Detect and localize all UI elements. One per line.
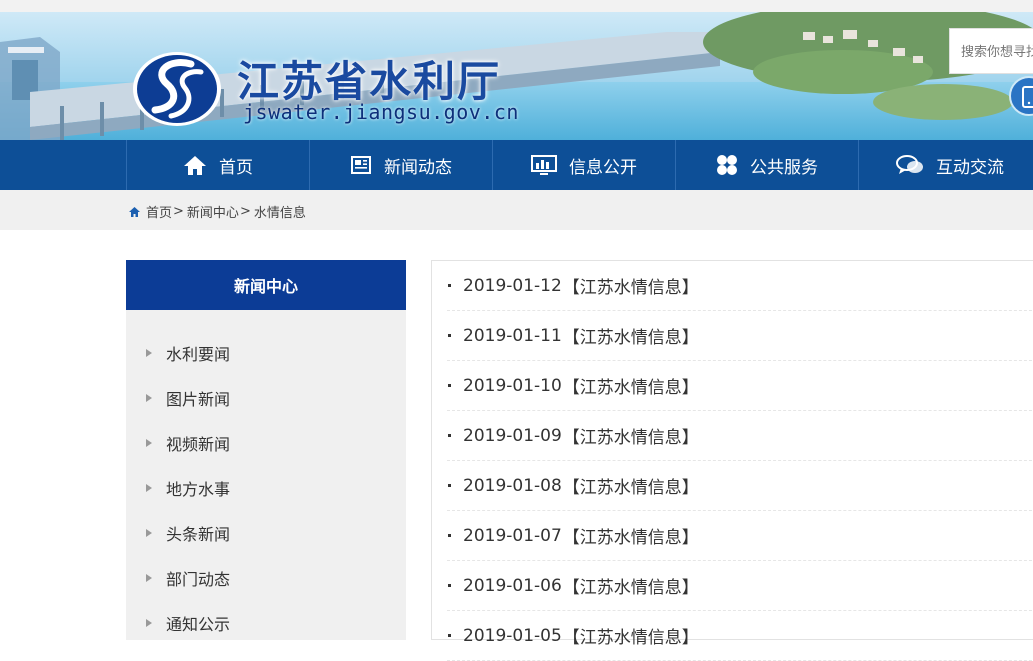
article-date: 2019-01-05 [463, 625, 562, 646]
triangle-right-icon [146, 574, 152, 582]
breadcrumb-current[interactable]: 水情信息 [254, 202, 306, 221]
site-domain: jswater.jiangsu.gov.cn [243, 100, 519, 124]
article-title: 【江苏水情信息】 [562, 578, 699, 598]
triangle-right-icon [146, 439, 152, 447]
sidebar-item-label: 部门动态 [166, 570, 231, 589]
sidebar-item-label: 图片新闻 [166, 390, 231, 409]
top-utility-strip [0, 0, 1033, 12]
article-date: 2019-01-10 [463, 375, 562, 396]
grid-icon [716, 154, 738, 176]
triangle-right-icon [146, 529, 152, 537]
bullet-icon [448, 384, 451, 387]
list-item[interactable]: 2019-01-05 【江苏水情信息】 [447, 611, 1033, 661]
top-links [126, 0, 142, 6]
article-title: 【江苏水情信息】 [562, 628, 699, 648]
nav-item-public-service[interactable]: 公共服务 [675, 140, 858, 190]
nav-item-news[interactable]: 新闻动态 [309, 140, 492, 190]
triangle-right-icon [146, 349, 152, 357]
bullet-icon [448, 584, 451, 587]
article-date: 2019-01-11 [463, 325, 562, 346]
article-date: 2019-01-09 [463, 425, 562, 446]
sidebar-item-label: 通知公示 [166, 615, 231, 634]
article-date: 2019-01-07 [463, 525, 562, 546]
bullet-icon [448, 534, 451, 537]
list-item[interactable]: 2019-01-11 【江苏水情信息】 [447, 311, 1033, 361]
triangle-right-icon [146, 484, 152, 492]
bullet-icon [448, 634, 451, 637]
sidebar-item-notices[interactable]: 通知公示 [146, 611, 230, 635]
home-icon [183, 154, 207, 176]
breadcrumb-home-link[interactable]: 首页 [146, 202, 172, 221]
nav-item-label: 互动交流 [936, 157, 1004, 178]
sidebar-menu: 水利要闻 图片新闻 视频新闻 地方水事 头条新闻 部门动态 通知公示 [126, 310, 406, 640]
sidebar-item-label: 头条新闻 [166, 525, 231, 544]
article-date: 2019-01-08 [463, 475, 562, 496]
home-icon [128, 206, 141, 218]
sidebar-item-local-water-affairs[interactable]: 地方水事 [146, 476, 230, 500]
sidebar-item-headline-news[interactable]: 头条新闻 [146, 521, 230, 545]
breadcrumb: 首页 > 新闻中心 > 水情信息 [128, 202, 306, 221]
sidebar-item-water-news[interactable]: 水利要闻 [146, 341, 230, 365]
sidebar-item-video-news[interactable]: 视频新闻 [146, 431, 230, 455]
triangle-right-icon [146, 619, 152, 627]
list-item[interactable]: 2019-01-12 【江苏水情信息】 [447, 261, 1033, 311]
list-item[interactable]: 2019-01-07 【江苏水情信息】 [447, 511, 1033, 561]
search-input[interactable] [950, 29, 1033, 73]
triangle-right-icon [146, 394, 152, 402]
breadcrumb-separator: > [173, 204, 184, 219]
main-nav: 首页 新闻动态 信息公开 公共服务 互动交流 [0, 140, 1033, 190]
article-title: 【江苏水情信息】 [562, 278, 699, 298]
nav-item-home[interactable]: 首页 [126, 140, 309, 190]
breadcrumb-bar: 首页 > 新闻中心 > 水情信息 [0, 190, 1033, 230]
article-title: 【江苏水情信息】 [562, 378, 699, 398]
monitor-icon [531, 154, 557, 176]
nav-item-label: 新闻动态 [384, 157, 452, 178]
list-item[interactable]: 2019-01-10 【江苏水情信息】 [447, 361, 1033, 411]
breadcrumb-separator: > [239, 204, 251, 219]
article-date: 2019-01-12 [463, 275, 562, 296]
sidebar-item-department-updates[interactable]: 部门动态 [146, 566, 230, 590]
article-title: 【江苏水情信息】 [562, 478, 699, 498]
sidebar-title: 新闻中心 [126, 260, 406, 310]
sidebar-item-photo-news[interactable]: 图片新闻 [146, 386, 230, 410]
sidebar-item-label: 视频新闻 [166, 435, 231, 454]
sidebar-item-label: 地方水事 [166, 480, 231, 499]
bullet-icon [448, 434, 451, 437]
list-item[interactable]: 2019-01-09 【江苏水情信息】 [447, 411, 1033, 461]
bullet-icon [448, 334, 451, 337]
search-box[interactable] [949, 28, 1033, 74]
site-banner: 江苏省水利厅 jswater.jiangsu.gov.cn [0, 12, 1033, 140]
logo-emblem-icon [133, 52, 221, 126]
breadcrumb-news-center-link[interactable]: 新闻中心 [187, 202, 239, 221]
bullet-icon [448, 484, 451, 487]
article-title: 【江苏水情信息】 [562, 428, 699, 448]
article-title: 【江苏水情信息】 [562, 328, 699, 348]
nav-item-label: 首页 [219, 157, 253, 178]
newspaper-icon [350, 155, 372, 175]
bullet-icon [448, 284, 451, 287]
article-title: 【江苏水情信息】 [562, 528, 699, 548]
article-date: 2019-01-06 [463, 575, 562, 596]
article-list: 2019-01-12 【江苏水情信息】 2019-01-11 【江苏水情信息】 20… [431, 260, 1033, 661]
nav-item-interaction[interactable]: 互动交流 [858, 140, 1033, 190]
sidebar-item-label: 水利要闻 [166, 345, 231, 364]
chat-icon [896, 154, 924, 176]
nav-item-info-disclosure[interactable]: 信息公开 [492, 140, 675, 190]
mobile-phone-icon [1022, 86, 1033, 108]
list-item[interactable]: 2019-01-08 【江苏水情信息】 [447, 461, 1033, 511]
nav-item-label: 信息公开 [569, 157, 637, 178]
list-item[interactable]: 2019-01-06 【江苏水情信息】 [447, 561, 1033, 611]
nav-item-label: 公共服务 [750, 157, 818, 178]
